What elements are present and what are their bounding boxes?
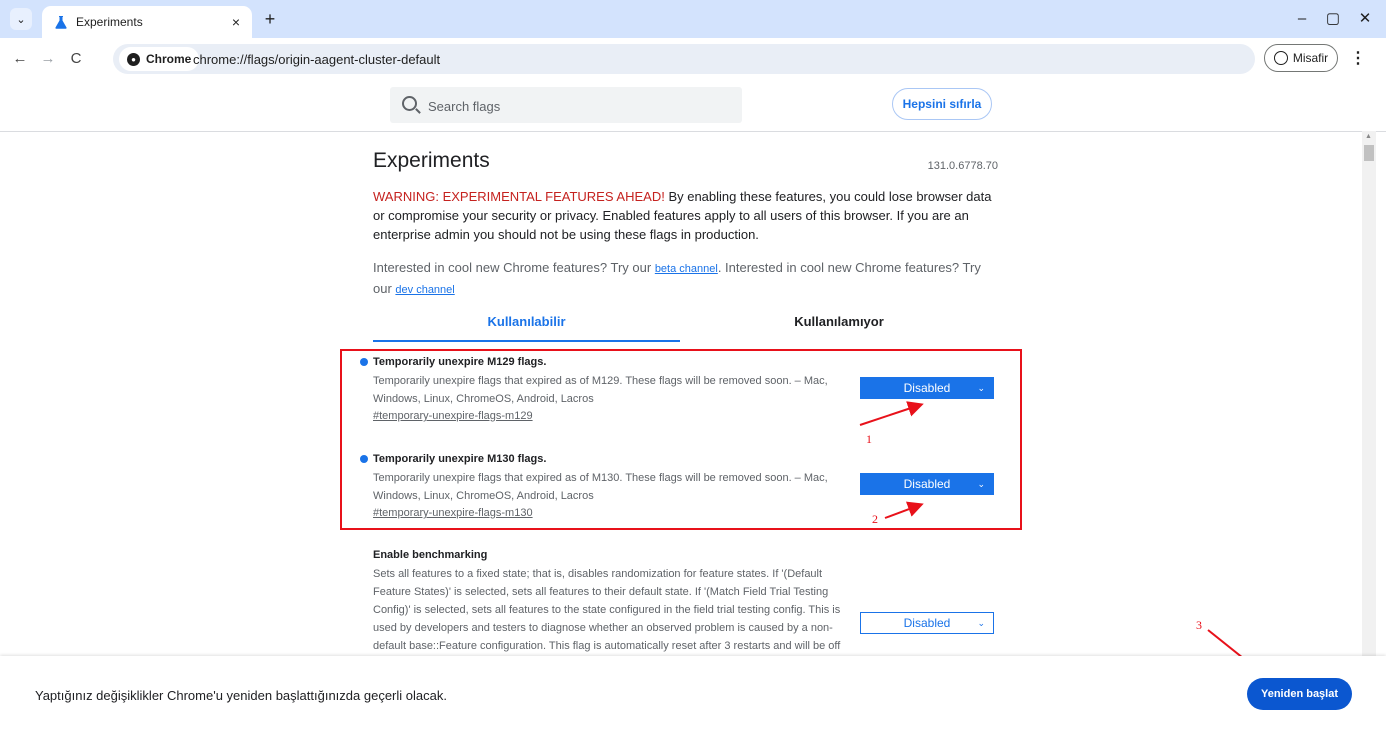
warning-text: WARNING: EXPERIMENTAL FEATURES AHEAD! By… bbox=[373, 187, 993, 244]
menu-icon[interactable]: ⋮ bbox=[1348, 48, 1368, 70]
search-box[interactable] bbox=[390, 87, 742, 125]
minimize-button[interactable]: – bbox=[1287, 8, 1317, 30]
tab-search-button[interactable]: ⌄ bbox=[10, 8, 32, 30]
site-info-chip[interactable]: ● Chrome bbox=[119, 47, 200, 71]
tab-close-icon[interactable]: × bbox=[226, 12, 246, 32]
channel-info-text: Interested in cool new Chrome features? … bbox=[373, 260, 655, 275]
search-icon bbox=[402, 96, 417, 111]
forward-button[interactable]: → bbox=[36, 48, 60, 70]
restore-button[interactable]: ▢ bbox=[1318, 8, 1348, 30]
flag-title: Enable benchmarking bbox=[373, 549, 488, 561]
close-window-button[interactable]: ✕ bbox=[1350, 8, 1380, 30]
back-button[interactable]: ← bbox=[8, 48, 32, 70]
beta-channel-link[interactable]: beta channel bbox=[655, 263, 718, 275]
annotation-number: 2 bbox=[872, 512, 878, 526]
scroll-thumb[interactable] bbox=[1364, 145, 1374, 161]
channel-info: Interested in cool new Chrome features? … bbox=[373, 258, 993, 300]
chrome-icon: ● bbox=[127, 52, 140, 66]
reset-all-button[interactable]: Hepsini sıfırla bbox=[892, 88, 992, 120]
flags-header: Hepsini sıfırla bbox=[0, 80, 1386, 132]
tab-available[interactable]: Kullanılabilir bbox=[373, 304, 680, 342]
flask-icon bbox=[54, 15, 68, 29]
warning-heading: WARNING: EXPERIMENTAL FEATURES AHEAD! bbox=[373, 189, 665, 204]
browser-tab[interactable]: Experiments × bbox=[42, 6, 252, 38]
scrollbar[interactable]: ▲ bbox=[1362, 131, 1376, 656]
address-bar[interactable]: ● Chrome chrome://flags/origin-aagent-cl… bbox=[113, 44, 1255, 74]
relaunch-button[interactable]: Yeniden başlat bbox=[1247, 678, 1352, 710]
chevron-down-icon: ⌄ bbox=[977, 618, 985, 628]
url-host: flags bbox=[247, 52, 275, 67]
relaunch-notice: Yaptığınız değişiklikler Chrome'u yenide… bbox=[0, 656, 1386, 731]
search-input[interactable] bbox=[426, 87, 730, 125]
scroll-up-icon[interactable]: ▲ bbox=[1365, 133, 1372, 140]
url-text[interactable]: chrome://flags/origin-aagent-cluster-def… bbox=[193, 52, 440, 67]
reload-button[interactable]: C bbox=[64, 48, 88, 70]
page-title: Experiments bbox=[373, 149, 490, 172]
flag-item: Enable benchmarking Sets all features to… bbox=[373, 549, 998, 673]
tab-title: Experiments bbox=[76, 15, 143, 29]
tab-unavailable[interactable]: Kullanılamıyor bbox=[680, 304, 998, 342]
profile-icon bbox=[1273, 51, 1288, 65]
url-prefix: chrome:// bbox=[193, 52, 248, 67]
flag-name: Enable benchmarking bbox=[373, 549, 998, 561]
notice-text: Yaptığınız değişiklikler Chrome'u yenide… bbox=[35, 688, 447, 703]
annotation-number: 1 bbox=[866, 432, 872, 446]
dev-channel-link[interactable]: dev channel bbox=[395, 284, 454, 296]
profile-button[interactable]: Misafir bbox=[1264, 44, 1338, 72]
new-tab-button[interactable]: + bbox=[260, 9, 280, 29]
flag-select-value: Disabled bbox=[903, 616, 951, 630]
tab-strip: ⌄ Experiments × + – ▢ ✕ bbox=[0, 0, 1386, 38]
url-path: /origin-aagent-cluster-default bbox=[274, 52, 441, 67]
browser-toolbar: ← → C ● Chrome chrome://flags/origin-aag… bbox=[0, 38, 1386, 81]
flags-tabs: Kullanılabilir Kullanılamıyor bbox=[373, 304, 998, 342]
annotation-highlight-box bbox=[340, 349, 1022, 530]
flag-select[interactable]: Disabled ⌄ bbox=[860, 612, 994, 634]
profile-label: Misafir bbox=[1292, 51, 1329, 65]
version-label: 131.0.6778.70 bbox=[927, 160, 998, 172]
annotation-number: 3 bbox=[1196, 618, 1202, 632]
chip-label: Chrome bbox=[146, 52, 192, 66]
